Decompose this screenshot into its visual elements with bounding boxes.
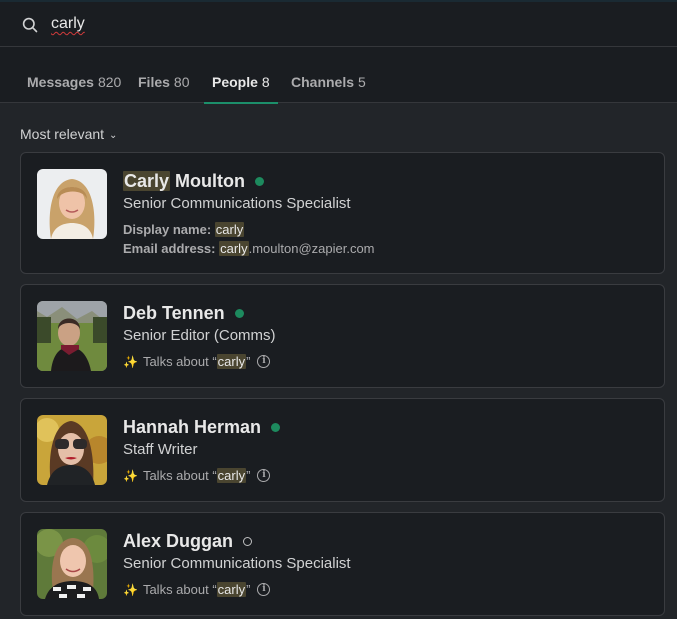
tab-channels[interactable]: Channels 5 bbox=[291, 47, 366, 103]
avatar bbox=[37, 169, 107, 239]
presence-active-icon bbox=[271, 422, 281, 432]
person-result-card[interactable]: Hannah Herman Staff Writer ✨ Talks about… bbox=[20, 398, 665, 502]
search-tabs: Messages 820 Files 80 People 8 Channels 5 bbox=[0, 47, 677, 104]
talks-about: ✨ Talks about “carly” i bbox=[123, 354, 276, 369]
info-icon[interactable]: i bbox=[257, 583, 271, 596]
talks-term: carly bbox=[216, 354, 247, 369]
sort-label: Most relevant bbox=[20, 126, 105, 142]
email-rest: .moulton@zapier.com bbox=[248, 241, 375, 256]
tab-label: Messages bbox=[27, 74, 94, 90]
talks-about: ✨ Talks about “carly” i bbox=[123, 468, 280, 483]
tab-people[interactable]: People 8 bbox=[204, 47, 278, 104]
talks-prefix: Talks about “ bbox=[142, 582, 217, 597]
person-info: Deb Tennen Senior Editor (Comms) ✨ Talks… bbox=[123, 301, 276, 369]
talks-suffix: ” bbox=[246, 468, 251, 483]
tab-label: People bbox=[212, 74, 258, 90]
person-title: Senior Communications Specialist bbox=[123, 195, 351, 212]
person-name[interactable]: Hannah Herman bbox=[123, 417, 261, 438]
display-name-value: carly bbox=[214, 222, 245, 237]
sparkles-icon: ✨ bbox=[123, 582, 138, 597]
tab-count: 820 bbox=[97, 74, 122, 90]
tab-count: 80 bbox=[173, 74, 190, 90]
person-title: Senior Communications Specialist bbox=[123, 555, 351, 572]
talks-prefix: Talks about “ bbox=[142, 468, 217, 483]
email-field: Email address: carly.moulton@zapier.com bbox=[123, 239, 375, 258]
person-title: Senior Editor (Comms) bbox=[123, 327, 276, 344]
person-result-card[interactable]: Deb Tennen Senior Editor (Comms) ✨ Talks… bbox=[20, 284, 665, 388]
avatar bbox=[37, 415, 107, 485]
tab-count: 5 bbox=[358, 74, 366, 90]
tab-files[interactable]: Files 80 bbox=[138, 47, 189, 103]
person-name[interactable]: Carly Moulton bbox=[123, 170, 246, 192]
info-icon[interactable]: i bbox=[257, 355, 271, 368]
avatar bbox=[37, 529, 107, 599]
presence-away-icon bbox=[243, 536, 253, 546]
name-rest: Moulton bbox=[170, 170, 246, 191]
person-name[interactable]: Alex Duggan bbox=[123, 531, 233, 552]
person-result-card[interactable]: Alex Duggan Senior Communications Specia… bbox=[20, 512, 665, 616]
presence-active-icon bbox=[234, 308, 244, 318]
sparkles-icon: ✨ bbox=[123, 354, 138, 369]
chevron-down-icon: ⌄ bbox=[109, 129, 118, 141]
presence-active-icon bbox=[255, 176, 265, 186]
info-icon[interactable]: i bbox=[257, 469, 271, 482]
person-info: Alex Duggan Senior Communications Specia… bbox=[123, 529, 351, 597]
display-name-label: Display name: bbox=[123, 222, 212, 237]
tab-label: Channels bbox=[291, 74, 355, 90]
talks-suffix: ” bbox=[246, 354, 251, 369]
talks-term: carly bbox=[216, 582, 247, 597]
person-result-card[interactable]: Carly Moulton Senior Communications Spec… bbox=[20, 152, 665, 274]
search-input[interactable]: carly bbox=[51, 15, 85, 33]
person-info: Carly Moulton Senior Communications Spec… bbox=[123, 169, 375, 258]
search-bar[interactable]: carly bbox=[0, 2, 677, 47]
avatar bbox=[37, 301, 107, 371]
tab-messages[interactable]: Messages 820 bbox=[27, 47, 121, 103]
talks-prefix: Talks about “ bbox=[142, 354, 217, 369]
email-highlight: carly bbox=[219, 241, 249, 256]
search-icon bbox=[22, 17, 38, 33]
person-title: Staff Writer bbox=[123, 441, 198, 458]
talks-term: carly bbox=[216, 468, 247, 483]
name-highlight: Carly bbox=[123, 170, 171, 191]
email-label: Email address: bbox=[123, 241, 216, 256]
talks-about: ✨ Talks about “carly” i bbox=[123, 582, 351, 597]
person-name[interactable]: Deb Tennen bbox=[123, 303, 225, 324]
person-info: Hannah Herman Staff Writer ✨ Talks about… bbox=[123, 415, 281, 483]
sparkles-icon: ✨ bbox=[123, 468, 138, 483]
tab-label: Files bbox=[138, 74, 170, 90]
display-name-field: Display name: carly bbox=[123, 220, 375, 239]
tab-count: 8 bbox=[261, 74, 270, 90]
talks-suffix: ” bbox=[246, 582, 251, 597]
sort-dropdown[interactable]: Most relevant ⌄ bbox=[20, 126, 117, 142]
